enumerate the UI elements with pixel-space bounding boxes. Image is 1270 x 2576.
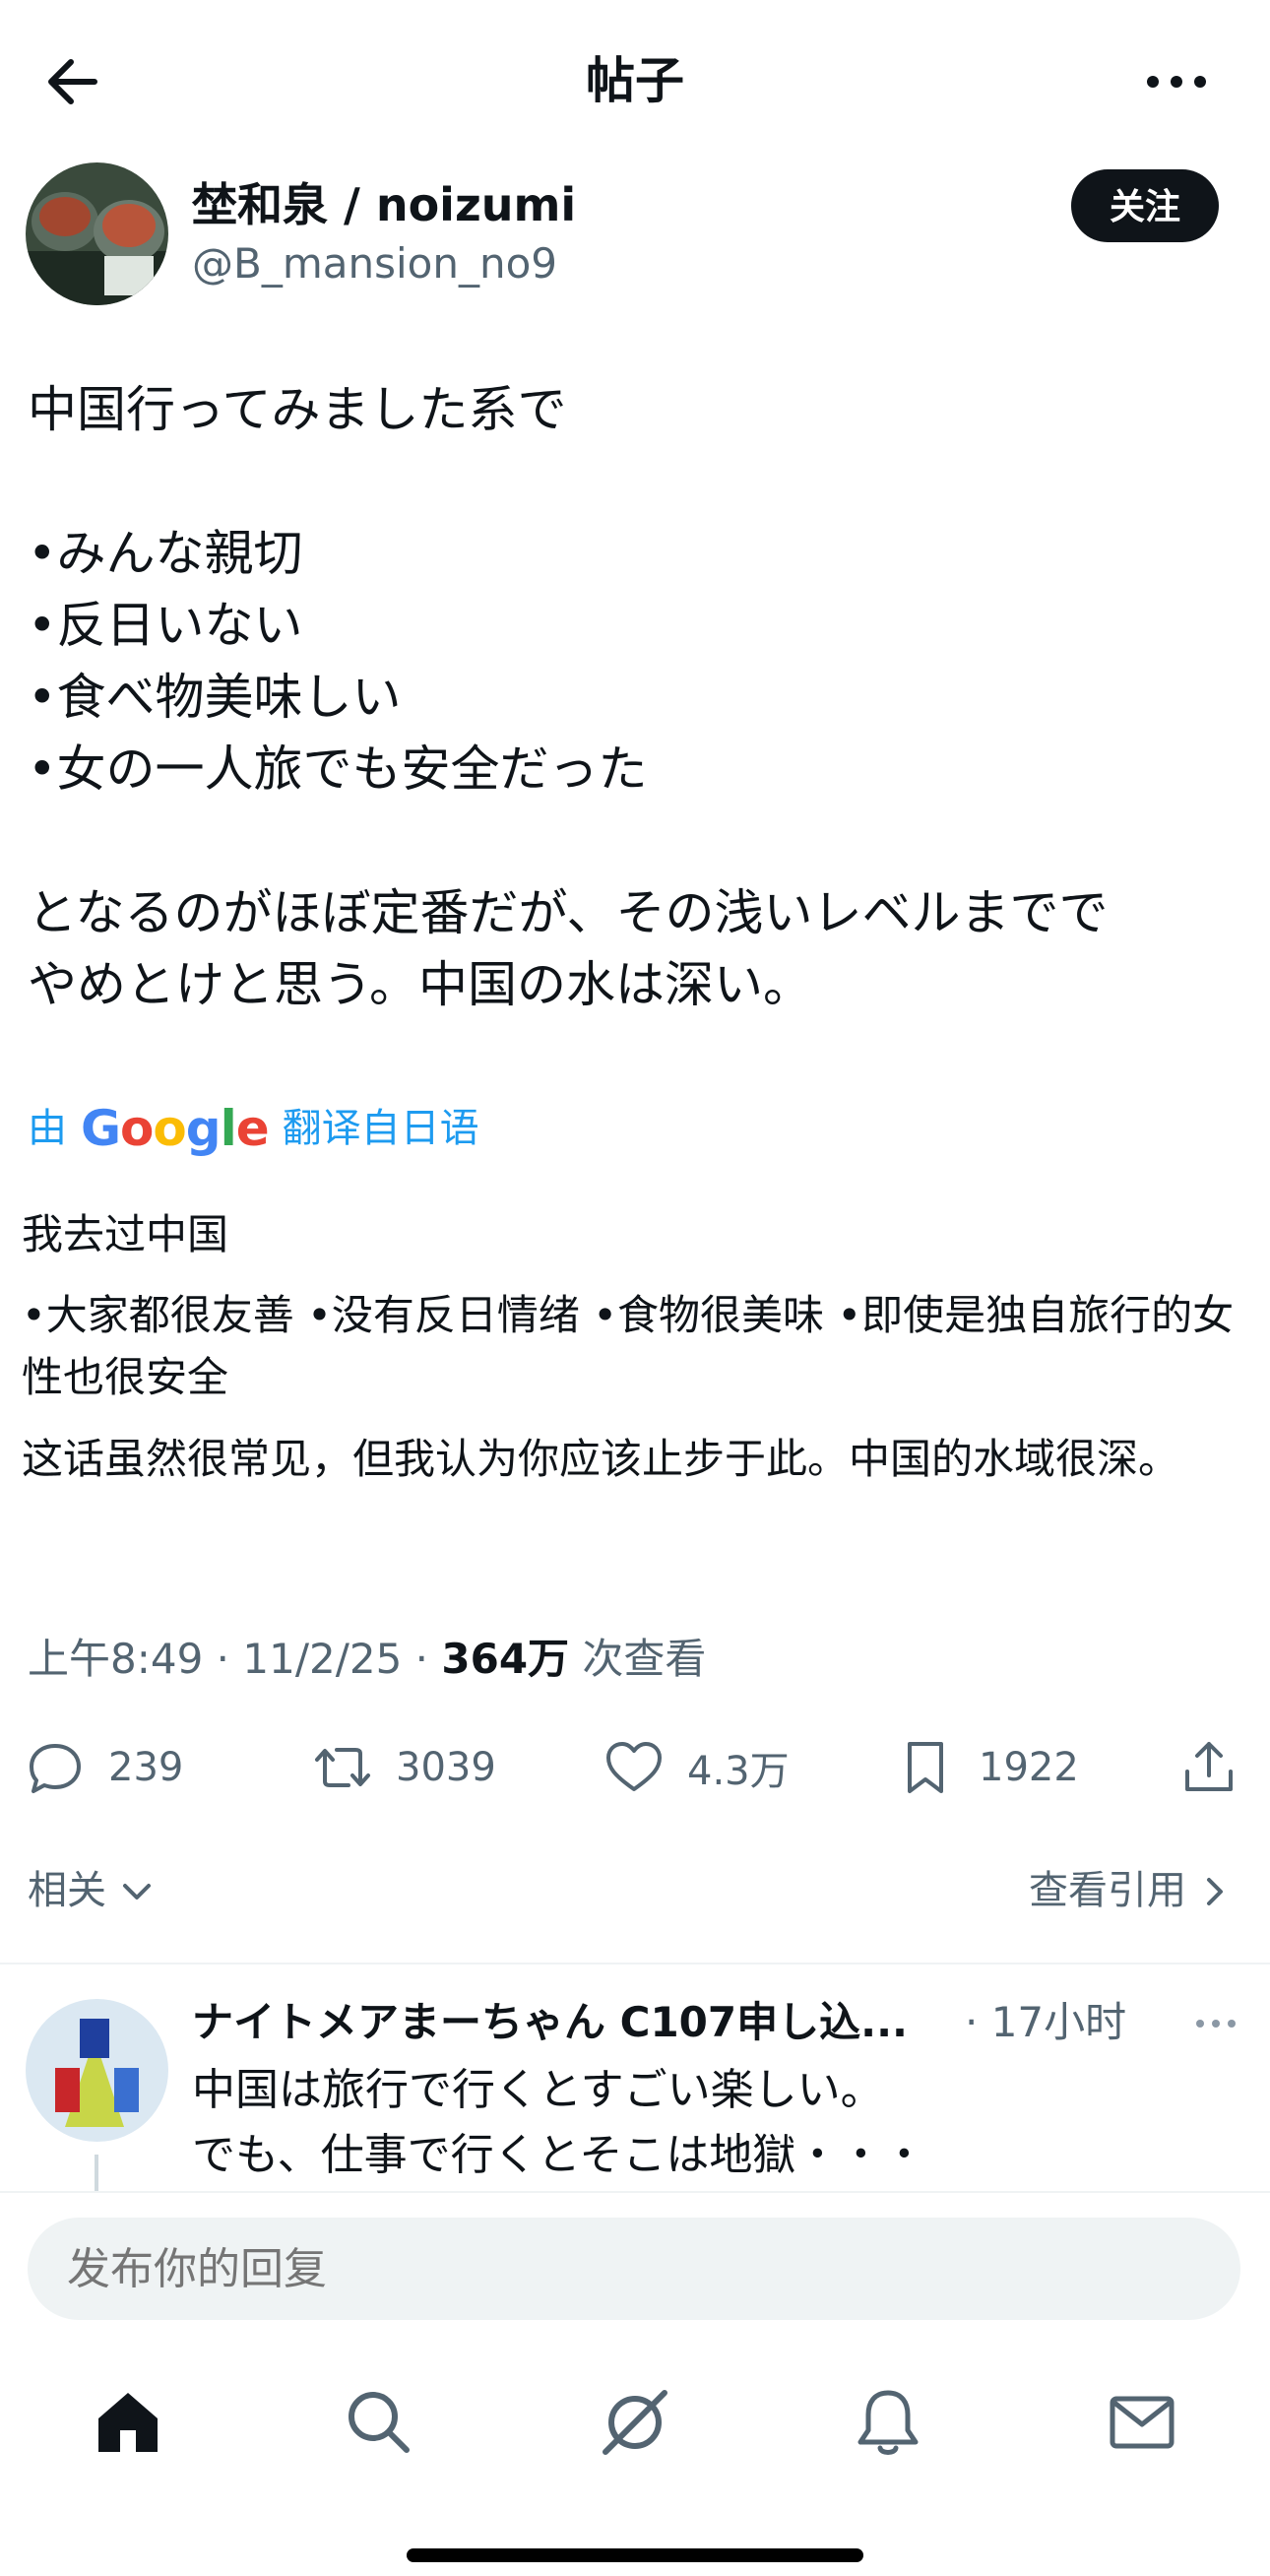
- translation-suffix: 翻译自日语: [282, 1106, 479, 1151]
- google-logo: Google: [81, 1100, 270, 1157]
- translation-paragraph: •大家都很友善 •没有反日情绪 •食物很美味 •即使是独自旅行的女性也很安全: [22, 1291, 1235, 1401]
- repost-button[interactable]: 3039: [313, 1728, 496, 1807]
- top-bar: 帖子: [0, 0, 1270, 158]
- reply-icon: [30, 1744, 81, 1793]
- more-icon[interactable]: [1137, 47, 1216, 116]
- divider: [0, 1963, 1270, 1964]
- bookmark-count: 1922: [979, 1745, 1079, 1790]
- view-count[interactable]: 364万: [441, 1635, 569, 1683]
- related-label: 相关: [28, 1868, 106, 1913]
- related-toggle[interactable]: 相关: [28, 1861, 155, 1920]
- repost-count: 3039: [396, 1745, 496, 1790]
- author-avatar[interactable]: [26, 162, 168, 305]
- grok-icon[interactable]: [596, 2383, 674, 2462]
- share-button[interactable]: [1179, 1728, 1262, 1807]
- translation-paragraph: 这话虽然很常见，但我认为你应该止步于此。中国的水域很深。: [22, 1435, 1180, 1483]
- reply-more-icon[interactable]: [1191, 1999, 1240, 2048]
- meta-separator: ·: [402, 1635, 442, 1683]
- bookmark-button[interactable]: 1922: [896, 1728, 1079, 1807]
- reply-input[interactable]: [28, 2218, 1240, 2320]
- reply-time[interactable]: · 17小时: [965, 1994, 1126, 2051]
- bookmark-icon: [908, 1742, 943, 1793]
- like-icon: [606, 1742, 662, 1791]
- translated-by-google[interactable]: 由 Google 翻译自日语: [28, 1101, 479, 1156]
- chevron-right-icon: [1206, 1878, 1223, 1905]
- meta-separator: ·: [203, 1635, 243, 1683]
- author-name[interactable]: 埜和泉 / noizumi: [192, 175, 576, 234]
- reply-button[interactable]: 239: [26, 1728, 183, 1807]
- view-quotes-label: 查看引用: [1029, 1868, 1186, 1913]
- tweet-text: 中国行ってみました系で •みんな親切 •反日いない •食べ物美味しい •女の一人…: [28, 381, 1109, 1013]
- reply-count: 239: [108, 1745, 184, 1790]
- home-indicator: [407, 2548, 863, 2562]
- thread-line: [95, 2155, 98, 2194]
- tweet-date: 11/2/25: [242, 1635, 403, 1683]
- repost-icon: [315, 1748, 370, 1787]
- chevron-down-icon: [122, 1884, 151, 1900]
- home-icon[interactable]: [89, 2383, 167, 2462]
- like-count: 4.3万: [687, 1749, 790, 1794]
- view-quotes-link[interactable]: 查看引用: [1029, 1861, 1231, 1920]
- follow-button[interactable]: 关注: [1071, 169, 1219, 242]
- reply-avatar[interactable]: [26, 1999, 168, 2142]
- author-handle[interactable]: @B_mansion_no9: [192, 236, 557, 291]
- share-icon: [1185, 1742, 1233, 1791]
- bell-icon[interactable]: [849, 2383, 927, 2462]
- reply-text: 中国は旅行で行くとすごい楽しい。 でも、仕事で行くとそこは地獄・・・: [192, 2065, 926, 2180]
- tweet-meta: 上午8:49 · 11/2/25 · 364万 次查看: [28, 1630, 706, 1689]
- translation-prefix: 由: [28, 1106, 67, 1151]
- like-button[interactable]: 4.3万: [604, 1728, 790, 1807]
- mail-icon[interactable]: [1103, 2383, 1181, 2462]
- tweet-time: 上午8:49: [28, 1635, 204, 1683]
- action-bar: 239 3039 4.3万 1922: [0, 1728, 1270, 1807]
- search-icon[interactable]: [340, 2383, 418, 2462]
- view-label: 次查看: [569, 1635, 707, 1683]
- translation-paragraph: 我去过中国: [22, 1210, 229, 1258]
- reply-author-name[interactable]: ナイトメアまーちゃん C107申し込...: [192, 1994, 908, 2051]
- page-title: 帖子: [586, 52, 684, 109]
